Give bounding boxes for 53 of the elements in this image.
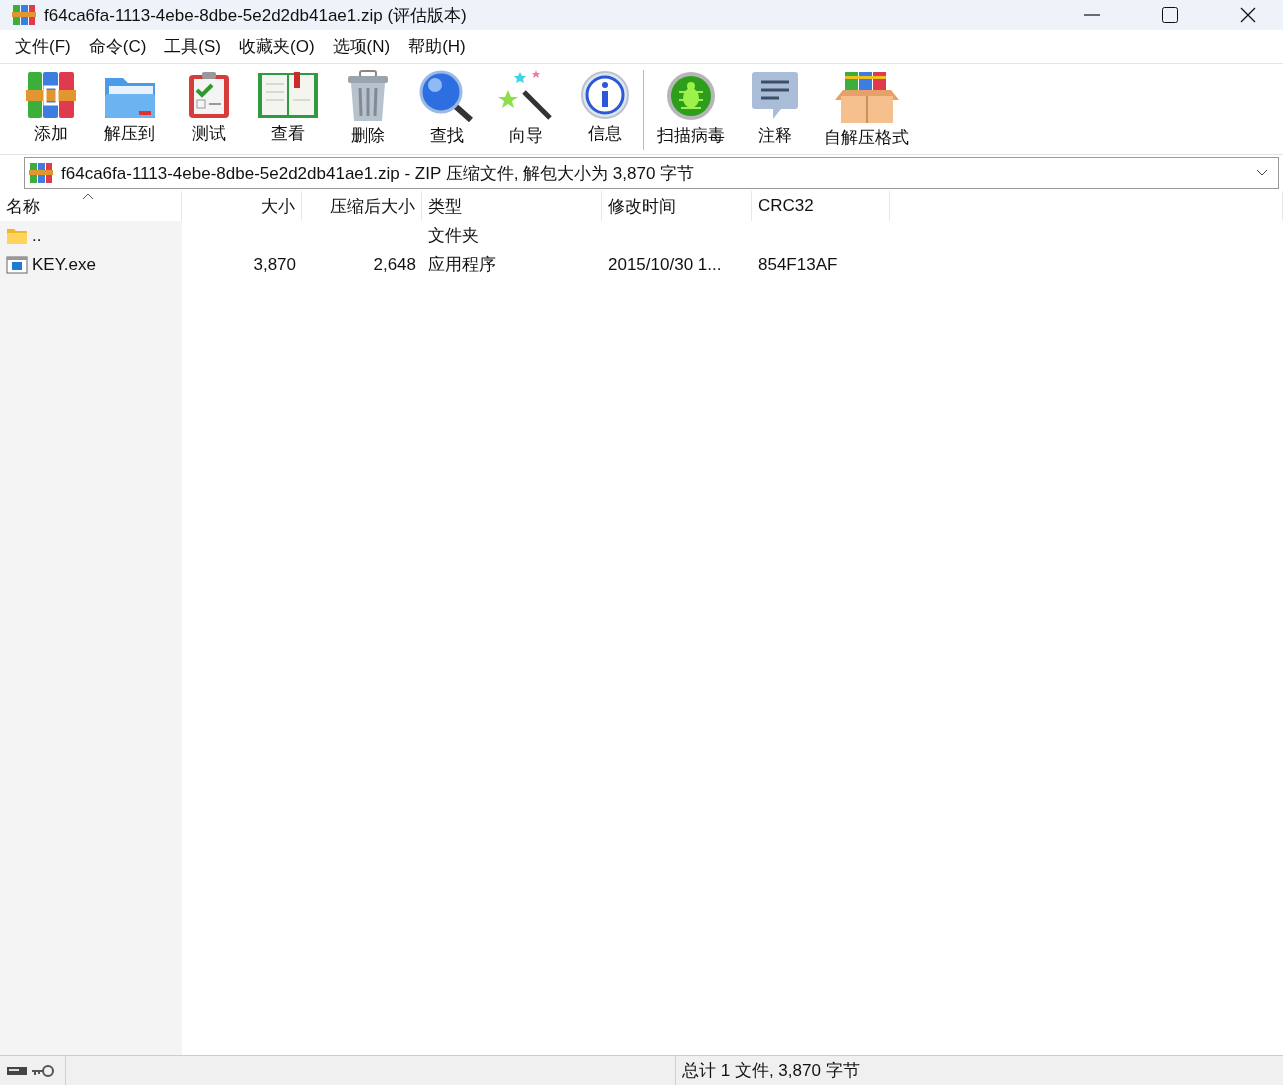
toolbar-button[interactable]: 自解压格式 (819, 64, 914, 149)
toolbar-button[interactable]: 向导 (491, 64, 560, 147)
column-header[interactable]: 压缩后大小 (302, 191, 422, 221)
path-dropdown[interactable]: f64ca6fa-1113-4ebe-8dbe-5e2d2db41ae1.zip - ZIP 压缩文件, 解包大小为 3,870 字节 (24, 157, 1279, 189)
bug-icon (665, 70, 717, 122)
column-header[interactable]: CRC32 (752, 191, 890, 221)
minimize-icon (1084, 14, 1100, 16)
info-icon (579, 70, 630, 120)
window-title: f64ca6fa-1113-4ebe-8dbe-5e2d2db41ae1.zip (评估版本) (44, 4, 468, 27)
status-text: 总计 1 文件, 3,870 字节 (681, 1060, 861, 1082)
toolbar-button[interactable]: 添加 (16, 64, 85, 145)
archive-books-icon (25, 70, 76, 120)
archive-books-icon (29, 162, 53, 184)
menu-item[interactable]: 工具(S) (155, 35, 230, 58)
toolbar-button[interactable]: 扫描病毒 (652, 64, 730, 147)
trash-can-icon (345, 70, 390, 122)
column-header[interactable]: 修改时间 (602, 191, 752, 221)
toolbar-button[interactable]: 测试 (174, 64, 243, 145)
menu-item[interactable]: 选项(N) (323, 35, 400, 58)
key-icon (31, 1063, 55, 1078)
open-book-icon (258, 70, 318, 120)
column-header[interactable]: 大小 (182, 191, 302, 221)
table-cell-text: 3,870 (252, 253, 297, 276)
folder-icon (6, 226, 28, 245)
table-cell-text: 文件夹 (427, 225, 480, 247)
close-icon (1240, 7, 1256, 23)
toolbar-button[interactable]: 解压到 (95, 64, 164, 145)
magic-wand-icon (497, 70, 554, 122)
menu-item[interactable]: 文件(F) (6, 35, 80, 58)
archive-books-icon (12, 4, 36, 26)
checklist-icon (186, 70, 231, 120)
toolbar-button[interactable]: 删除 (333, 64, 402, 147)
drive-icon (6, 1064, 28, 1077)
table-cell-text: 2,648 (372, 253, 417, 276)
maximize-icon (1162, 7, 1178, 23)
toolbar-button[interactable]: 信息 (570, 64, 639, 145)
sort-caret-icon (82, 193, 94, 200)
toolbar-button[interactable]: 查找 (412, 64, 481, 147)
toolbar-button[interactable]: 注释 (740, 64, 809, 147)
window-icon (6, 255, 28, 274)
magnifier-icon (418, 70, 475, 122)
table-cell-text: 2015/10/30 1... (607, 253, 723, 276)
menu-item[interactable]: 收藏夹(O) (230, 35, 324, 58)
table-cell-text: 应用程序 (427, 254, 497, 276)
box-books-icon (834, 70, 899, 124)
menu-item[interactable]: 帮助(H) (399, 35, 475, 58)
chevron-down-icon (1256, 169, 1268, 177)
menu-item[interactable]: 命令(C) (79, 35, 156, 58)
toolbar-button[interactable]: 查看 (253, 64, 323, 145)
column-header[interactable]: 类型 (422, 191, 602, 221)
table-cell-text: 854F13AF (757, 253, 839, 276)
file-name-cell[interactable]: KEY.exe (0, 250, 182, 279)
file-name-cell[interactable]: .. (0, 221, 182, 250)
